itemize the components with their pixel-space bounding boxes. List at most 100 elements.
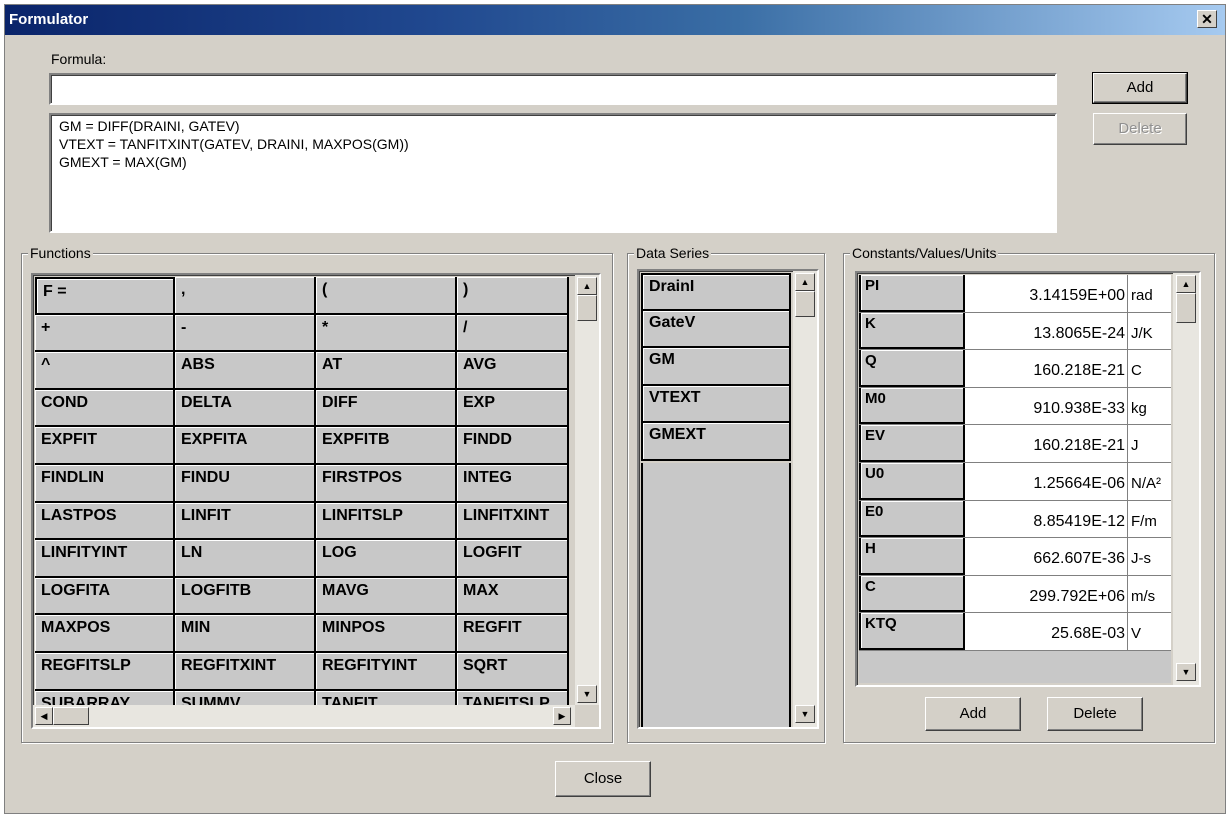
formula-input[interactable] bbox=[49, 73, 1057, 105]
function-cell[interactable]: * bbox=[316, 314, 457, 353]
scroll-up-icon[interactable]: ▲ bbox=[1176, 275, 1196, 293]
data-series-item[interactable]: GateV bbox=[641, 310, 791, 348]
function-cell[interactable]: LASTPOS bbox=[35, 502, 175, 541]
function-cell[interactable]: LOGFITB bbox=[175, 577, 316, 616]
constants-title: Constants/Values/Units bbox=[850, 245, 999, 261]
function-cell[interactable]: INTEG bbox=[457, 464, 569, 503]
constant-row[interactable]: U0 1.25664E-06 N/A² bbox=[859, 463, 1171, 501]
function-cell[interactable]: EXPFIT bbox=[35, 427, 175, 465]
close-button[interactable]: Close bbox=[555, 761, 651, 797]
function-cell[interactable]: FINDD bbox=[457, 427, 569, 465]
constant-row[interactable]: EV 160.218E-21 J bbox=[859, 425, 1171, 463]
constants-table[interactable]: PI 3.14159E+00 rad K 13.8065E-24 J/K Q 160.218E… bbox=[855, 271, 1201, 687]
function-cell[interactable]: REGFITYINT bbox=[316, 652, 457, 691]
function-cell[interactable]: DELTA bbox=[175, 389, 316, 428]
function-cell[interactable]: LOGFITA bbox=[35, 577, 175, 616]
data-series-item[interactable]: DrainI bbox=[641, 273, 791, 311]
functions-vertical-scrollbar[interactable]: ▲ ▼ bbox=[575, 275, 599, 705]
scroll-up-icon[interactable]: ▲ bbox=[577, 277, 597, 295]
formula-list-item[interactable]: GMEXT = MAX(GM) bbox=[59, 153, 1047, 171]
scroll-down-icon[interactable]: ▼ bbox=[795, 705, 815, 723]
constant-row[interactable]: E0 8.85419E-12 F/m bbox=[859, 500, 1171, 539]
function-cell[interactable]: ) bbox=[457, 277, 569, 315]
function-cell[interactable]: EXPFITB bbox=[316, 427, 457, 465]
scroll-thumb[interactable] bbox=[577, 295, 597, 321]
function-cell[interactable]: MINPOS bbox=[316, 615, 457, 653]
function-cell[interactable]: MAVG bbox=[316, 577, 457, 616]
data-series-item[interactable]: VTEXT bbox=[641, 385, 791, 423]
constant-row[interactable]: M0 910.938E-33 kg bbox=[859, 387, 1171, 426]
function-cell[interactable]: DIFF bbox=[316, 389, 457, 428]
function-cell[interactable]: COND bbox=[35, 389, 175, 428]
function-cell[interactable]: MAXPOS bbox=[35, 615, 175, 653]
function-cell[interactable]: LOGFIT bbox=[457, 540, 569, 578]
function-cell[interactable]: ABS bbox=[175, 352, 316, 390]
scroll-up-icon[interactable]: ▲ bbox=[795, 273, 815, 291]
data-series-item[interactable]: GMEXT bbox=[641, 423, 791, 461]
constant-row[interactable]: KTQ 25.68E-03 V bbox=[859, 613, 1171, 651]
function-cell[interactable]: EXP bbox=[457, 389, 569, 428]
scroll-thumb[interactable] bbox=[1176, 293, 1196, 323]
data-series-list[interactable]: DrainI GateV GM VTEXT GMEXT ▲ ▼ bbox=[637, 269, 819, 729]
function-cell[interactable]: + bbox=[35, 314, 175, 353]
constant-unit: N/A² bbox=[1127, 463, 1171, 500]
scroll-thumb[interactable] bbox=[795, 291, 815, 317]
functions-grid[interactable]: F =,() + - * / ^ ABS AT AVG COND DELTA DIFF EXP EXPFI… bbox=[31, 273, 601, 729]
data-series-scrollbar[interactable]: ▲ ▼ bbox=[793, 271, 817, 727]
constant-name: EV bbox=[859, 425, 965, 462]
formula-delete-button[interactable]: Delete bbox=[1093, 113, 1187, 145]
formulator-window: Formulator ✕ Formula: GM = DIFF(DRAINI, … bbox=[4, 4, 1226, 814]
constants-add-button[interactable]: Add bbox=[925, 697, 1021, 731]
functions-horizontal-scrollbar[interactable]: ◀ ▶ bbox=[33, 705, 575, 727]
scroll-down-icon[interactable]: ▼ bbox=[1176, 663, 1196, 681]
function-cell[interactable]: , bbox=[175, 277, 316, 315]
constant-name: Q bbox=[859, 350, 965, 387]
function-cell[interactable]: FIRSTPOS bbox=[316, 464, 457, 503]
function-cell[interactable]: MAX bbox=[457, 577, 569, 616]
constants-delete-button[interactable]: Delete bbox=[1047, 697, 1143, 731]
scroll-left-icon[interactable]: ◀ bbox=[35, 707, 53, 725]
function-cell[interactable]: REGFITXINT bbox=[175, 652, 316, 691]
function-cell[interactable]: LINFITYINT bbox=[35, 540, 175, 578]
constant-row[interactable]: K 13.8065E-24 J/K bbox=[859, 312, 1171, 351]
function-cell[interactable]: EXPFITA bbox=[175, 427, 316, 465]
constant-row[interactable]: Q 160.218E-21 C bbox=[859, 350, 1171, 388]
formula-label: Formula: bbox=[51, 51, 107, 67]
function-cell[interactable]: REGFITSLP bbox=[35, 652, 175, 691]
constant-name: KTQ bbox=[859, 613, 965, 650]
scroll-down-icon[interactable]: ▼ bbox=[577, 685, 597, 703]
function-cell[interactable]: LN bbox=[175, 540, 316, 578]
formula-list[interactable]: GM = DIFF(DRAINI, GATEV) VTEXT = TANFITXI… bbox=[49, 113, 1057, 233]
constant-unit: J/K bbox=[1127, 312, 1171, 350]
function-cell[interactable]: AT bbox=[316, 352, 457, 390]
constant-name: E0 bbox=[859, 500, 965, 538]
function-cell[interactable]: LOG bbox=[316, 540, 457, 578]
constant-row[interactable]: H 662.607E-36 J-s bbox=[859, 538, 1171, 576]
function-cell[interactable]: MIN bbox=[175, 615, 316, 653]
function-cell[interactable]: FINDU bbox=[175, 464, 316, 503]
data-series-item[interactable]: GM bbox=[641, 348, 791, 386]
window-title: Formulator bbox=[9, 11, 89, 28]
function-cell[interactable]: REGFIT bbox=[457, 615, 569, 653]
hscroll-thumb[interactable] bbox=[53, 707, 89, 725]
function-cell[interactable]: ^ bbox=[35, 352, 175, 390]
constant-row[interactable]: C 299.792E+06 m/s bbox=[859, 575, 1171, 614]
function-cell[interactable]: / bbox=[457, 314, 569, 353]
function-cell[interactable]: SQRT bbox=[457, 652, 569, 691]
function-cell[interactable]: LINFITSLP bbox=[316, 502, 457, 541]
formula-add-button[interactable]: Add bbox=[1092, 72, 1188, 104]
constants-scrollbar[interactable]: ▲ ▼ bbox=[1173, 273, 1199, 685]
function-cell[interactable]: LINFITXINT bbox=[457, 502, 569, 541]
function-cell[interactable]: - bbox=[175, 314, 316, 353]
constant-row[interactable]: PI 3.14159E+00 rad bbox=[859, 275, 1171, 313]
constants-empty-area bbox=[859, 651, 1171, 683]
formula-list-item[interactable]: GM = DIFF(DRAINI, GATEV) bbox=[59, 117, 1047, 135]
function-cell[interactable]: F = bbox=[35, 277, 175, 315]
function-cell[interactable]: ( bbox=[316, 277, 457, 315]
close-icon[interactable]: ✕ bbox=[1197, 10, 1217, 28]
function-cell[interactable]: FINDLIN bbox=[35, 464, 175, 503]
scroll-right-icon[interactable]: ▶ bbox=[553, 707, 571, 725]
function-cell[interactable]: LINFIT bbox=[175, 502, 316, 541]
function-cell[interactable]: AVG bbox=[457, 352, 569, 390]
formula-list-item[interactable]: VTEXT = TANFITXINT(GATEV, DRAINI, MAXPOS… bbox=[59, 135, 1047, 153]
